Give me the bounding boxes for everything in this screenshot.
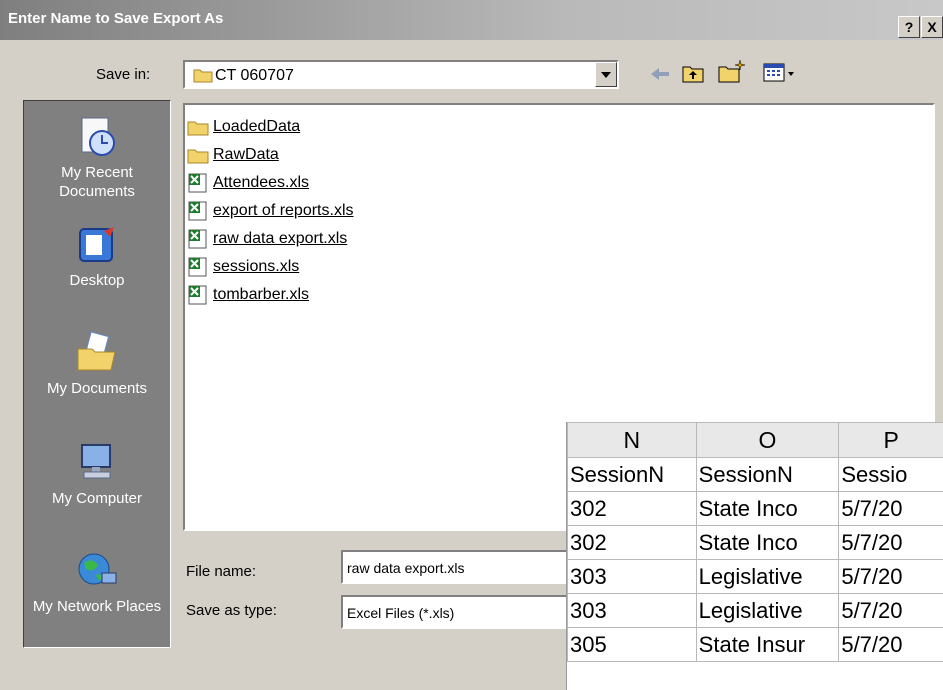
spreadsheet-table: N O P SessionN SessionN Sessio 302 State… [567,422,943,662]
up-folder-icon[interactable] [681,62,705,84]
table-row: 305 State Insur 5/7/20 [567,627,943,662]
title-bar: Enter Name to Save Export As ? X [0,0,943,40]
save-in-value: CT 060707 [215,67,294,84]
place-my-computer[interactable]: My Computer [24,441,170,508]
cell[interactable]: 5/7/20 [838,593,943,628]
file-name-label: File name: [186,563,257,580]
folder-icon [187,149,209,164]
column-header-row: N O P [567,422,943,458]
my-computer-icon [81,444,111,479]
column-header[interactable]: N [567,422,697,458]
file-name: export of reports.xls [213,202,354,219]
cell[interactable]: SessionN [695,457,840,492]
cell-text: SessionN [570,461,665,487]
spreadsheet-overlay: N O P SessionN SessionN Sessio 302 State… [566,422,943,690]
save-in-label: Save in: [96,66,151,83]
dialog-title: Enter Name to Save Export As [8,10,224,27]
excel-file-icon [188,173,207,193]
chevron-down-icon[interactable] [595,62,617,87]
cell[interactable]: State Insur [695,627,840,662]
folder-icon [187,121,209,136]
my-documents-icon [77,331,116,371]
place-label: My Computer [51,490,143,507]
list-item[interactable]: sessions.xls [187,256,299,278]
file-name-input[interactable]: raw data export.xls [341,550,581,584]
views-menu-icon[interactable] [762,62,798,84]
save-as-type-label: Save as type: [186,602,277,619]
list-item[interactable]: RawData [187,144,279,166]
list-item[interactable]: export of reports.xls [187,200,354,222]
file-name: sessions.xls [213,258,300,275]
table-row: 302 State Inco 5/7/20 [567,525,943,560]
cell[interactable]: 5/7/20 [838,525,943,560]
place-label: My Network Places [32,598,162,615]
cell[interactable]: 5/7/20 [838,627,943,662]
cell[interactable]: SessionN [567,457,697,492]
new-folder-icon[interactable] [717,58,747,84]
file-name: tombarber.xls [213,286,310,303]
cell[interactable]: 302 [567,491,697,526]
file-name: LoadedData [213,118,301,135]
place-network-places[interactable]: My Network Places [24,549,170,616]
cell[interactable]: Legislative [695,559,840,594]
place-label: Desktop [69,272,125,289]
excel-file-icon [188,201,207,221]
place-my-documents[interactable]: My Documents [24,331,170,398]
file-name: RawData [213,146,279,163]
back-arrow-icon[interactable] [648,64,672,84]
save-as-type-dropdown[interactable]: Excel Files (*.xls) [341,595,581,629]
cell-text: SessionN [698,461,793,487]
cell[interactable]: Sessio [838,457,943,492]
column-header[interactable]: P [838,422,943,458]
list-item[interactable]: raw data export.xls [187,228,347,250]
places-bar: My Recent Documents Desktop My Documents… [23,100,171,648]
cell[interactable]: State Inco [695,491,840,526]
excel-file-icon [188,257,207,277]
help-button[interactable]: ? [898,16,920,38]
save-in-dropdown[interactable]: CT 060707 [183,60,619,89]
place-label: My Recent Documents [59,164,135,200]
table-row: 303 Legislative 5/7/20 [567,559,943,594]
place-recent-documents[interactable]: My Recent Documents [24,115,170,201]
column-header[interactable]: O [695,422,840,458]
table-row: SessionN SessionN Sessio [567,457,943,492]
table-row: 302 State Inco 5/7/20 [567,491,943,526]
close-button[interactable]: X [921,16,943,38]
excel-file-icon [188,285,207,305]
list-item[interactable]: Attendees.xls [187,172,309,194]
cell[interactable]: 305 [567,627,697,662]
table-row: 303 Legislative 5/7/20 [567,593,943,628]
cell[interactable]: 302 [567,525,697,560]
cell[interactable]: 5/7/20 [838,559,943,594]
cell-text: Sessio [841,461,908,487]
list-item[interactable]: LoadedData [187,116,300,138]
desktop-icon [79,227,114,262]
cell[interactable]: 303 [567,559,697,594]
cell[interactable]: Legislative [695,593,840,628]
file-name: raw data export.xls [213,230,348,247]
cell[interactable]: State Inco [695,525,840,560]
list-item[interactable]: tombarber.xls [187,284,309,306]
place-desktop[interactable]: Desktop [24,223,170,290]
file-name: Attendees.xls [213,174,310,191]
cell[interactable]: 303 [567,593,697,628]
excel-file-icon [188,229,207,249]
network-places-icon [78,553,117,585]
folder-icon [193,69,213,83]
cell[interactable]: 5/7/20 [838,491,943,526]
recent-documents-icon [81,117,115,156]
place-label: My Documents [46,380,148,397]
